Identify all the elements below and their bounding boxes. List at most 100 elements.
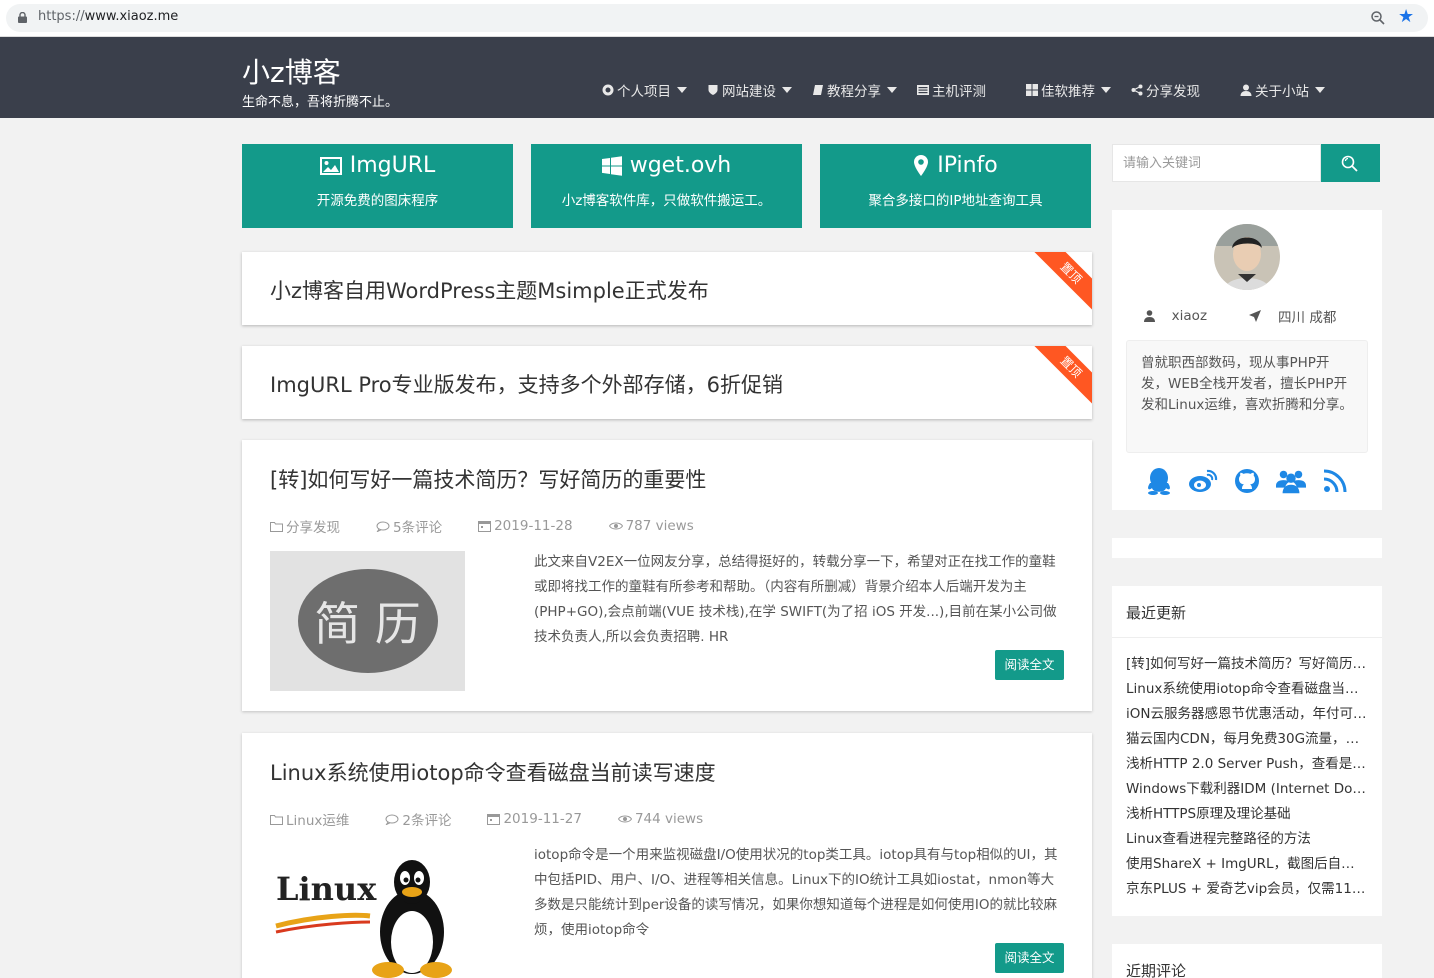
post-category[interactable]: 分享发现 (270, 516, 358, 536)
sidebar-widget-empty (1112, 538, 1382, 558)
post-date-label: 2019-11-27 (503, 811, 582, 827)
tile-ipinfo[interactable]: IPinfo 聚合多接口的IP地址查询工具 (820, 144, 1091, 228)
recent-post-link[interactable]: [转]如何写好一篇技术简历？写好简历的重要性 (1126, 652, 1368, 677)
nav-item-tutorials[interactable]: 教程分享 (812, 80, 897, 100)
post-views-label: 787 views (625, 518, 694, 534)
post-thumbnail[interactable]: 简 历 (270, 551, 465, 691)
post-excerpt: 此文来自V2EX一位网友分享，总结得挺好的，转载分享一下，希望对正在找工作的童鞋… (534, 554, 1057, 645)
tile-desc: 聚合多接口的IP地址查询工具 (868, 193, 1043, 209)
post-date-label: 2019-11-28 (494, 518, 573, 534)
tile-desc: 小z博客软件库，只做软件搬运工。 (561, 193, 772, 209)
widget-title: 近期评论 (1126, 962, 1187, 978)
recent-post-link[interactable]: Windows下载利器IDM (Internet Download Manage… (1126, 777, 1368, 802)
nav-item-hosting[interactable]: 主机评测 (917, 80, 986, 100)
search-button[interactable] (1321, 144, 1380, 182)
shield-icon (708, 85, 718, 95)
recent-comments-widget: 近期评论 (1112, 944, 1382, 978)
weibo-icon[interactable] (1188, 466, 1218, 496)
recent-post-link[interactable]: 浅析HTTPS原理及理论基础 (1126, 802, 1368, 827)
post-meta: Linux运维 2条评论 2019-11-27 744 views (270, 809, 739, 829)
site-title[interactable]: 小z博客 (242, 51, 341, 91)
tile-imgurl[interactable]: ImgURL 开源免费的图床程序 (242, 144, 513, 228)
post-comments-label: 5条评论 (393, 520, 443, 536)
avatar[interactable] (1214, 224, 1280, 290)
location-label: 四川 成都 (1278, 310, 1337, 326)
address-bar[interactable]: https://www.xiaoz.me ★ (6, 4, 1428, 32)
image-icon (319, 156, 342, 175)
tile-title: IPinfo (820, 153, 1091, 178)
server-icon (917, 85, 929, 95)
qq-icon[interactable] (1144, 466, 1174, 496)
social-links (1112, 466, 1382, 496)
recent-post-link[interactable]: Linux系统使用iotop命令查看磁盘当前读写速度 (1126, 677, 1368, 702)
sticky-post[interactable]: ImgURL Pro专业版发布，支持多个外部存储，6折促销 置顶 (242, 346, 1092, 419)
main-nav: 个人项目 网站建设 教程分享 主机评测 佳软推荐 分享发现 关于小站 (602, 80, 1345, 100)
sticky-post-title[interactable]: 小z博客自用WordPress主题Msimple正式发布 (270, 275, 709, 305)
post-comments-label: 2条评论 (402, 813, 452, 829)
post-excerpt: iotop命令是一个用来监视磁盘I/O使用状况的top类工具。iotop具有与t… (534, 847, 1058, 938)
share-icon (1131, 84, 1143, 96)
post-thumbnail[interactable]: Linux (270, 844, 465, 978)
nav-item-projects[interactable]: 个人项目 (602, 80, 687, 100)
group-icon[interactable] (1276, 466, 1306, 496)
tile-title-text: ImgURL (349, 153, 436, 178)
github-icon[interactable] (1232, 466, 1262, 496)
post-date: 2019-11-27 (487, 809, 599, 829)
zoom-icon[interactable] (1370, 10, 1386, 26)
sticky-post[interactable]: 小z博客自用WordPress主题Msimple正式发布 置顶 (242, 252, 1092, 325)
tile-title-text: IPinfo (937, 153, 998, 178)
post-title[interactable]: Linux系统使用iotop命令查看磁盘当前读写速度 (270, 757, 716, 787)
widget-title: 最近更新 (1112, 586, 1382, 638)
map-pin-icon (914, 154, 929, 176)
tile-wget[interactable]: wget.ovh 小z博客软件库，只做软件搬运工。 (531, 144, 802, 228)
nav-label: 网站建设 (722, 84, 776, 100)
post-card: Linux系统使用iotop命令查看磁盘当前读写速度 Linux运维 2条评论 … (242, 733, 1092, 978)
github-icon (602, 84, 614, 96)
post-title[interactable]: [转]如何写好一篇技术简历？写好简历的重要性 (270, 464, 706, 494)
caret-down-icon (1315, 87, 1325, 93)
nav-item-about[interactable]: 关于小站 (1240, 80, 1325, 100)
post-comments[interactable]: 2条评论 (385, 809, 469, 829)
url-text[interactable]: https://www.xiaoz.me (38, 9, 178, 24)
resume-ellipse: 简 历 (297, 569, 438, 673)
search-form (1112, 144, 1380, 182)
site-subtitle: 生命不息，吾将折腾不止。 (242, 95, 399, 110)
location-arrow-icon (1249, 310, 1262, 322)
nav-item-webdev[interactable]: 网站建设 (707, 80, 792, 100)
windows-icon (601, 155, 622, 176)
read-more-button[interactable]: 阅读全文 (995, 943, 1064, 973)
post-category[interactable]: Linux运维 (270, 809, 367, 829)
post-date: 2019-11-28 (478, 516, 590, 536)
recent-post-link[interactable]: 京东PLUS + 爱奇艺vip会员，仅需118… (1126, 877, 1368, 902)
browser-toolbar: https://www.xiaoz.me ★ (0, 0, 1434, 37)
read-more-button[interactable]: 阅读全文 (995, 650, 1064, 680)
folder-icon (270, 814, 283, 825)
caret-down-icon (1101, 87, 1111, 93)
recent-post-link[interactable]: Linux查看进程完整路径的方法 (1126, 827, 1368, 852)
bookmark-star-icon[interactable]: ★ (1398, 8, 1416, 26)
nav-label: 教程分享 (827, 84, 881, 100)
post-comments[interactable]: 5条评论 (376, 516, 460, 536)
recent-post-link[interactable]: 浅析HTTP 2.0 Server Push，查看是否… (1126, 752, 1368, 777)
search-icon (1341, 155, 1358, 172)
nav-item-software[interactable]: 佳软推荐 (1026, 80, 1111, 100)
post-views: 744 views (617, 809, 721, 829)
book-icon (813, 85, 823, 95)
rss-icon[interactable] (1320, 466, 1350, 496)
calendar-icon (478, 521, 492, 532)
profile-bio: 曾就职西部数码，现从事PHP开发，WEB全栈开发者，擅长PHP开发和Linux运… (1126, 340, 1368, 453)
tile-title: wget.ovh (531, 153, 802, 178)
recent-post-link[interactable]: 使用ShareX + ImgURL，截图后自动上传… (1126, 852, 1368, 877)
url-host: www.xiaoz.me (84, 9, 179, 24)
nav-item-share[interactable]: 分享发现 (1131, 80, 1200, 100)
lock-icon (18, 12, 27, 23)
comment-icon (376, 521, 390, 532)
avatar-photo (1214, 224, 1280, 290)
nav-label: 个人项目 (617, 84, 671, 100)
search-input[interactable] (1112, 144, 1321, 182)
sticky-post-title[interactable]: ImgURL Pro专业版发布，支持多个外部存储，6折促销 (270, 369, 783, 399)
tile-title-text: wget.ovh (629, 153, 732, 178)
recent-post-link[interactable]: iON云服务器感恩节优惠活动，年付可低至… (1126, 702, 1368, 727)
profile-info: xiaoz 四川 成都 (1112, 306, 1382, 326)
recent-post-link[interactable]: 猫云国内CDN，每月免费30G流量，支持… (1126, 727, 1368, 752)
